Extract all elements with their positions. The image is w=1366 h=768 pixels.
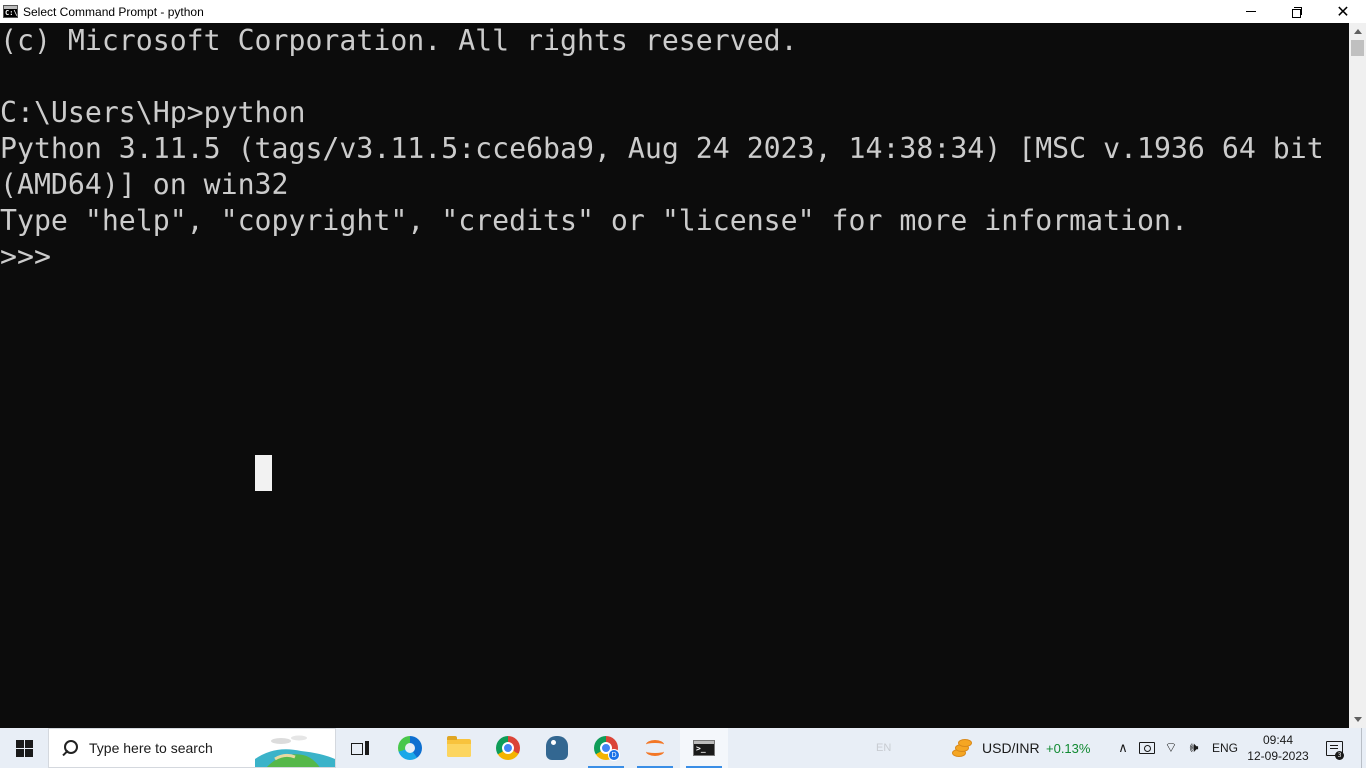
wifi-icon[interactable]: ⌔ xyxy=(1160,728,1182,768)
coins-icon[interactable] xyxy=(950,737,972,759)
taskbar-app-command-prompt[interactable] xyxy=(680,728,728,768)
scroll-up-button[interactable] xyxy=(1349,23,1366,40)
elephant-icon xyxy=(546,736,568,760)
network-icon[interactable] xyxy=(1136,728,1158,768)
vertical-scrollbar[interactable] xyxy=(1349,23,1366,728)
window-titlebar[interactable]: C:\ Select Command Prompt - python ✕ xyxy=(0,0,1366,23)
close-button[interactable]: ✕ xyxy=(1320,0,1366,23)
system-clock[interactable]: 09:44 12-09-2023 xyxy=(1244,728,1312,768)
console-output[interactable]: (c) Microsoft Corporation. All rights re… xyxy=(0,23,1349,728)
minimize-icon xyxy=(1246,11,1256,12)
restore-button[interactable] xyxy=(1274,0,1320,23)
cmd-icon: C:\ xyxy=(3,5,18,18)
console-prompt[interactable]: >>> xyxy=(0,239,51,275)
arrow-down-icon xyxy=(1353,717,1362,722)
search-highlight-illustration-icon xyxy=(255,735,335,767)
chevron-up-icon[interactable]: ∧ xyxy=(1112,728,1134,768)
search-placeholder: Type here to search xyxy=(89,740,213,756)
console-line: (AMD64)] on win32 xyxy=(0,168,289,201)
taskbar: Type here to search D EN USD/INR xyxy=(0,728,1366,768)
taskbar-app-file-explorer[interactable] xyxy=(435,728,483,768)
volume-icon[interactable]: 🕪 xyxy=(1183,728,1205,768)
task-view-icon xyxy=(351,741,369,755)
window-title: Select Command Prompt - python xyxy=(23,4,204,19)
taskbar-app-jupyter[interactable] xyxy=(631,728,679,768)
clock-date: 12-09-2023 xyxy=(1247,749,1309,763)
notification-center-button[interactable]: 3 xyxy=(1322,728,1346,768)
edge-icon xyxy=(398,736,422,760)
notification-badge: 3 xyxy=(1335,751,1344,760)
show-desktop-button[interactable] xyxy=(1361,728,1366,768)
profile-badge: D xyxy=(608,749,620,761)
jupyter-icon xyxy=(644,737,666,759)
window-controls: ✕ xyxy=(1228,0,1366,23)
scroll-down-button[interactable] xyxy=(1349,711,1366,728)
windows-logo-icon xyxy=(15,739,33,757)
arrow-up-icon xyxy=(1353,29,1362,34)
minimize-button[interactable] xyxy=(1228,0,1274,23)
taskbar-app-edge[interactable] xyxy=(386,728,434,768)
search-icon xyxy=(61,739,79,757)
scroll-thumb[interactable] xyxy=(1351,40,1364,56)
text-cursor xyxy=(255,455,272,491)
clock-time: 09:44 xyxy=(1262,733,1294,747)
search-box[interactable]: Type here to search xyxy=(48,728,336,768)
stock-widget-pair[interactable]: USD/INR xyxy=(982,728,1040,768)
taskbar-app-chrome-profile[interactable]: D xyxy=(582,728,630,768)
language-indicator[interactable]: ENG xyxy=(1212,728,1238,768)
console-line: Type "help", "copyright", "credits" or "… xyxy=(0,204,1188,237)
start-button[interactable] xyxy=(0,728,48,768)
console-line: (c) Microsoft Corporation. All rights re… xyxy=(0,24,798,57)
stock-widget-change[interactable]: +0.13% xyxy=(1046,728,1090,768)
close-icon: ✕ xyxy=(1336,1,1350,21)
chrome-icon xyxy=(496,736,520,760)
console-line: C:\Users\Hp>python xyxy=(0,96,306,129)
folder-icon xyxy=(447,736,471,757)
taskbar-app-postgresql[interactable] xyxy=(533,728,581,768)
input-indicator[interactable]: EN xyxy=(876,728,891,768)
cmd-icon xyxy=(693,740,715,756)
task-view-button[interactable] xyxy=(340,728,380,768)
console-line: Python 3.11.5 (tags/v3.11.5:cce6ba9, Aug… xyxy=(0,132,1324,165)
restore-icon xyxy=(1292,6,1302,18)
taskbar-app-chrome[interactable] xyxy=(484,728,532,768)
